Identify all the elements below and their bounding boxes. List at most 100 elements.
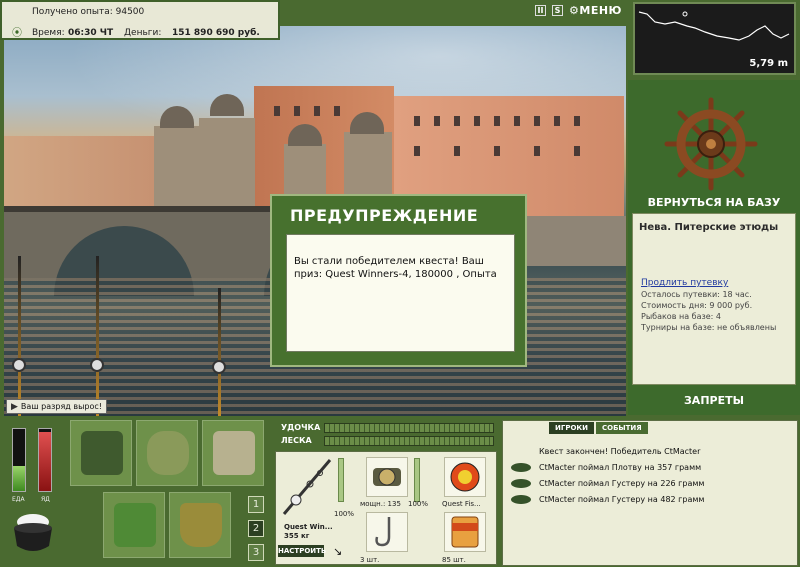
- reel-durability: 100%: [408, 500, 429, 508]
- fishers-count: Рыбаков на базе: 4: [641, 312, 721, 321]
- fish-icon: [511, 479, 531, 488]
- fishing-rod-3[interactable]: [218, 288, 221, 416]
- window: [574, 116, 580, 126]
- dialog-message-box[interactable]: Вы стали победителем квеста! Ваш приз: Q…: [286, 234, 515, 352]
- food-meter: [12, 428, 26, 492]
- bans-button[interactable]: ЗАПРЕТЫ: [628, 394, 800, 407]
- slot-tacklebox[interactable]: [70, 420, 132, 486]
- location-info: Нева. Питерские этюды Продлить путевку О…: [632, 213, 796, 385]
- rod-weight: 355 кг: [284, 532, 310, 540]
- setup-button[interactable]: НАСТРОИТЬ: [278, 545, 326, 557]
- fishing-rod-1[interactable]: [18, 256, 21, 416]
- poison-label: ЯД: [41, 496, 50, 503]
- depth-value: 5,79 m: [749, 58, 788, 69]
- location-title: Нева. Питерские этюды: [639, 222, 779, 233]
- food-poison-meters: ЕДА ЯД: [6, 422, 64, 512]
- window: [534, 116, 540, 126]
- bait-slot[interactable]: [444, 512, 486, 552]
- bait-count: 85 шт.: [442, 556, 466, 564]
- window: [314, 106, 320, 116]
- rod-strength-bar: [324, 423, 494, 433]
- sound-button[interactable]: S: [552, 5, 563, 16]
- window: [294, 106, 300, 116]
- menu-button[interactable]: ⚙МЕНЮ: [569, 4, 622, 17]
- rod-reel-1[interactable]: [12, 358, 26, 372]
- bucket-icon: [180, 503, 222, 547]
- window: [434, 116, 440, 126]
- window: [454, 116, 460, 126]
- rod-reel-3[interactable]: [212, 360, 226, 374]
- top-controls: II S ⚙МЕНЮ: [535, 4, 622, 17]
- rod-name: Quest Win...: [284, 523, 333, 531]
- window: [534, 146, 540, 156]
- slot-bag[interactable]: [136, 420, 198, 486]
- events-tabs: ИГРОКИ СОБЫТИЯ: [549, 422, 648, 434]
- depth-map: 5,79 m: [633, 2, 796, 75]
- bridge-tower: [154, 126, 200, 206]
- tournaments-info: Турниры на базе: не объявлены: [641, 323, 777, 332]
- tacklebox-icon: [81, 431, 123, 475]
- window: [414, 116, 420, 126]
- slot-groundbait[interactable]: [103, 492, 165, 558]
- cauldron-icon[interactable]: [8, 508, 58, 558]
- events-panel: ИГРОКИ СОБЫТИЯ Квест закончен! Победител…: [502, 420, 798, 566]
- reel-durability-bar: [414, 458, 420, 502]
- fishing-rod-2[interactable]: [96, 256, 99, 416]
- warning-dialog: ПРЕДУПРЕЖДЕНИЕ Вы стали победителем квес…: [270, 194, 527, 367]
- experience-text: Получено опыта: 94500: [32, 7, 145, 17]
- rod-icon[interactable]: [280, 456, 336, 518]
- window: [494, 116, 500, 126]
- window: [494, 146, 500, 156]
- map-icon: [213, 431, 255, 475]
- reel-power: мощн.: 135: [360, 500, 401, 508]
- embankment: [524, 216, 626, 266]
- page-button-3[interactable]: 3: [248, 544, 264, 561]
- lure-slot[interactable]: [444, 457, 486, 497]
- window: [514, 116, 520, 126]
- ship-wheel-icon[interactable]: [663, 96, 759, 192]
- pause-button[interactable]: II: [535, 5, 546, 16]
- arrow-icon: ▶: [11, 402, 18, 412]
- reel-slot[interactable]: [366, 457, 408, 497]
- page-button-1[interactable]: 1: [248, 496, 264, 513]
- event-item: CtMacter поймал Плотву на 357 грамм: [539, 463, 702, 472]
- window: [454, 146, 460, 156]
- rod-reel-2[interactable]: [90, 358, 104, 372]
- bag-icon: [147, 431, 189, 475]
- float-marker: [682, 11, 688, 17]
- rod-durability: 100%: [334, 510, 355, 518]
- tab-players[interactable]: ИГРОКИ: [549, 422, 594, 434]
- page-button-2[interactable]: 2: [248, 520, 264, 537]
- right-panel: ВЕРНУТЬСЯ НА БАЗУ Нева. Питерские этюды …: [628, 80, 800, 415]
- poison-level: [39, 432, 51, 491]
- day-cost: Стоимость дня: 9 000 руб.: [641, 301, 753, 310]
- rank-up-notice[interactable]: ▶ Ваш разряд вырос!: [6, 399, 107, 414]
- slot-bucket[interactable]: [169, 492, 231, 558]
- extend-permit-link[interactable]: Продлить путевку: [641, 278, 728, 288]
- food-level: [13, 466, 25, 491]
- money-value: 151 890 690 руб.: [172, 28, 260, 38]
- window: [274, 106, 280, 116]
- slot-map[interactable]: [202, 420, 264, 486]
- money-label: Деньги:: [124, 28, 162, 38]
- time-label: Время:: [32, 28, 65, 38]
- window: [334, 106, 340, 116]
- gear-icon: ⚙: [569, 4, 580, 17]
- event-header: Квест закончен! Победитель CtMacter: [539, 447, 701, 456]
- permit-remaining: Осталось путевки: 18 час.: [641, 290, 752, 299]
- hook-count: 3 шт.: [360, 556, 380, 564]
- window: [574, 146, 580, 156]
- tab-events[interactable]: СОБЫТИЯ: [595, 422, 648, 434]
- line-strength-bar: [324, 436, 494, 446]
- return-to-base-button[interactable]: ВЕРНУТЬСЯ НА БАЗУ: [628, 196, 800, 209]
- rod-durability-bar: [338, 458, 344, 502]
- basket-icon: [114, 503, 156, 547]
- food-label: ЕДА: [12, 496, 25, 503]
- lure-icon: [450, 462, 480, 492]
- bridge-tower: [199, 118, 255, 206]
- arrow-down-icon[interactable]: ↘: [333, 545, 342, 558]
- building-left: [4, 136, 154, 206]
- event-item: CtMacter поймал Густеру на 482 грамм: [539, 495, 705, 504]
- window: [554, 116, 560, 126]
- hook-slot[interactable]: [366, 512, 408, 552]
